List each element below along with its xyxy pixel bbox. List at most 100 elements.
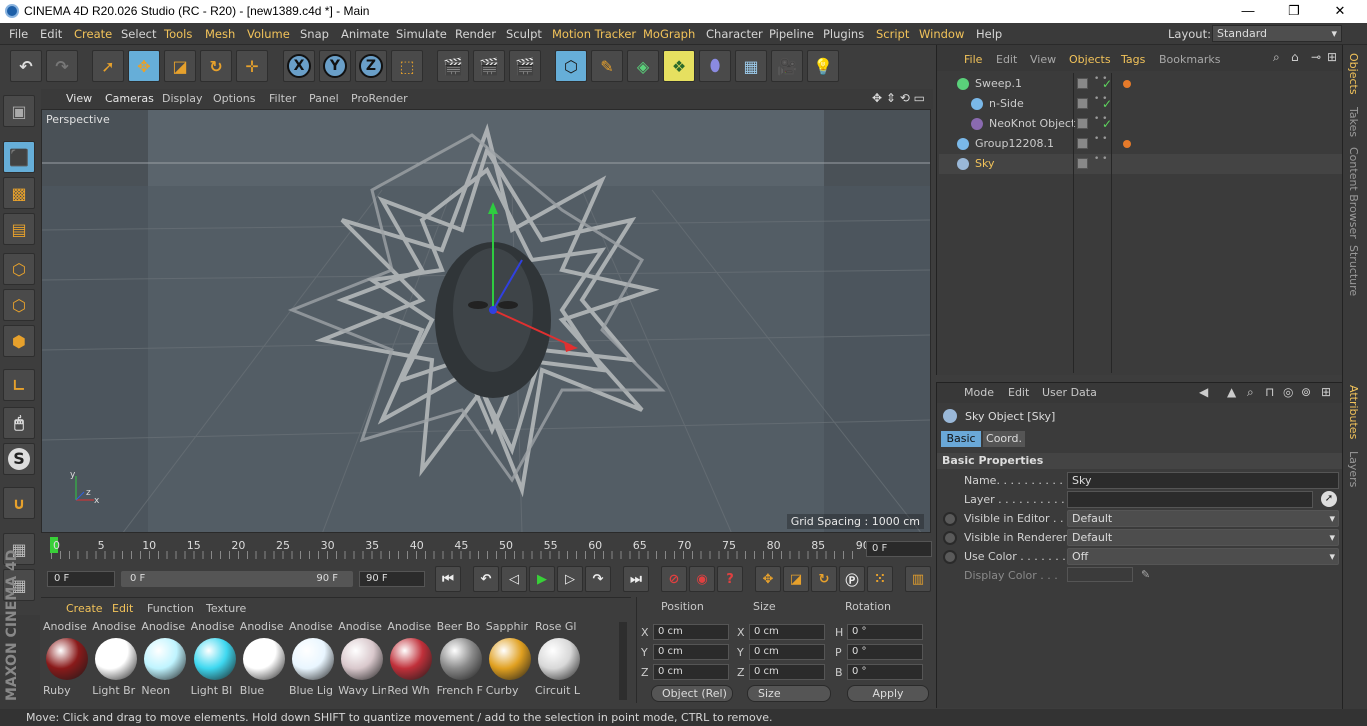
polygons-mode-button[interactable]: ⬢ (3, 325, 35, 357)
up-arrow-icon[interactable]: ▲ (1227, 385, 1236, 399)
x-axis-lock-button[interactable]: X (283, 50, 315, 82)
tag-icon[interactable] (1123, 80, 1131, 88)
texture-mode-button[interactable]: ▩ (3, 177, 35, 209)
timeline-window-button[interactable]: ▥ (905, 566, 931, 592)
y-axis-lock-button[interactable]: Y (319, 50, 351, 82)
object-row[interactable]: Sweep.1 • • ✓ (939, 74, 1343, 94)
recent-tool-button[interactable]: ✛ (236, 50, 268, 82)
size-z-field[interactable]: 0 cm (749, 664, 825, 680)
home-icon[interactable]: ⌂ (1291, 50, 1299, 64)
material-swatch[interactable]: Anodise Red Wh (387, 620, 435, 700)
objects-menu-objects[interactable]: Objects (1069, 53, 1111, 66)
back-arrow-icon[interactable]: ◀ (1199, 385, 1208, 399)
tweak-mode-button[interactable]: 🖱 (3, 407, 35, 439)
size-y-field[interactable]: 0 cm (749, 644, 825, 660)
color-picker-icon[interactable]: ✎ (1141, 568, 1150, 581)
layer-square-icon[interactable] (1077, 78, 1088, 89)
attr-menu-mode[interactable]: Mode (964, 386, 994, 399)
side-tab-layers[interactable]: Layers (1347, 451, 1360, 487)
key-position-button[interactable]: ✥ (755, 566, 781, 592)
next-key-button[interactable]: ↷ (585, 566, 611, 592)
menu-sculpt[interactable]: Sculpt (506, 27, 542, 41)
size-x-field[interactable]: 0 cm (749, 624, 825, 640)
objects-menu-file[interactable]: File (964, 53, 982, 66)
autokey-button[interactable]: ◉ (689, 566, 715, 592)
side-tab-takes[interactable]: Takes (1347, 107, 1360, 137)
layer-square-icon[interactable] (1077, 138, 1088, 149)
menu-mograph[interactable]: MoGraph (643, 27, 695, 41)
viewport-menu-view[interactable]: View (66, 92, 92, 105)
material-swatch[interactable]: Anodise Light Br (92, 620, 140, 700)
start-frame-field[interactable]: 0 F (47, 571, 115, 587)
menu-character[interactable]: Character (706, 27, 763, 41)
objects-menu-tags[interactable]: Tags (1121, 53, 1145, 66)
objects-menu-view[interactable]: View (1030, 53, 1056, 66)
go-to-end-button[interactable]: ⏭ (623, 566, 649, 592)
rot-b-field[interactable]: 0 ° (847, 664, 923, 680)
menu-script[interactable]: Script (876, 27, 909, 41)
cube-primitive-button[interactable]: ⬡ (555, 50, 587, 82)
objects-menu-edit[interactable]: Edit (996, 53, 1017, 66)
material-swatch[interactable]: Anodise Light Bl (191, 620, 239, 700)
animate-radio-button[interactable] (943, 550, 957, 564)
layer-square-icon[interactable] (1077, 158, 1088, 169)
menu-file[interactable]: File (9, 27, 28, 41)
go-to-start-button[interactable]: ⏮ (435, 566, 461, 592)
axis-mode-button[interactable]: ∟ (3, 369, 35, 401)
animate-radio-button[interactable] (943, 531, 957, 545)
floor-button[interactable]: ▦ (735, 50, 767, 82)
attribute-value-text[interactable] (1067, 491, 1313, 508)
material-swatch[interactable]: Beer Bo French F (437, 620, 485, 700)
render-to-picture-viewer-button[interactable]: 🎬 (473, 50, 505, 82)
object-row[interactable]: NeoKnot Object • • ✓ (939, 114, 1343, 134)
attr-menu-edit[interactable]: Edit (1008, 386, 1029, 399)
side-tab-content-browser[interactable]: Content Browser (1347, 147, 1360, 239)
pen-spline-button[interactable]: ✎ (591, 50, 623, 82)
solo-button[interactable]: S (3, 443, 35, 475)
attr-menu-user-data[interactable]: User Data (1042, 386, 1097, 399)
viewport-menu-filter[interactable]: Filter (269, 92, 296, 105)
menu-help[interactable]: Help (976, 27, 1002, 41)
attribute-value-drop[interactable]: Default (1067, 529, 1339, 546)
animate-radio-button[interactable] (943, 512, 957, 526)
keyframe-selection-button[interactable]: ? (717, 566, 743, 592)
menu-simulate[interactable]: Simulate (396, 27, 447, 41)
subdivision-surface-button[interactable]: ◈ (627, 50, 659, 82)
side-tab-attributes[interactable]: Attributes (1347, 385, 1360, 439)
material-scrollbar[interactable] (619, 622, 627, 700)
material-swatch[interactable]: Anodise Ruby (43, 620, 91, 700)
menu-select[interactable]: Select (121, 27, 156, 41)
viewport-menu-prorender[interactable]: ProRender (351, 92, 408, 105)
current-frame-field[interactable]: 0 F (866, 541, 932, 557)
new-panel-icon[interactable]: ⊞ (1327, 50, 1337, 64)
viewport-menu-options[interactable]: Options (213, 92, 255, 105)
points-mode-button[interactable]: ⬡ (3, 253, 35, 285)
minimize-button[interactable]: — (1225, 0, 1271, 23)
menu-render[interactable]: Render (455, 27, 496, 41)
undo-button[interactable]: ↶ (10, 50, 42, 82)
model-mode-button[interactable]: ⬛ (3, 141, 35, 173)
menu-volume[interactable]: Volume (247, 27, 290, 41)
render-view-button[interactable]: 🎬 (437, 50, 469, 82)
previous-frame-button[interactable]: ◁ (501, 566, 527, 592)
menu-create[interactable]: Create (74, 27, 112, 41)
menu-window[interactable]: Window (919, 27, 964, 41)
frame-range-slider[interactable]: 0 F 90 F (121, 571, 353, 587)
maximize-button[interactable]: ❐ (1271, 0, 1317, 23)
material-menu-edit[interactable]: Edit (112, 602, 133, 615)
menu-motion-tracker[interactable]: Motion Tracker (552, 27, 636, 41)
viewport-menu-panel[interactable]: Panel (309, 92, 339, 105)
object-row[interactable]: Group12208.1 • • (939, 134, 1343, 154)
material-swatch[interactable]: Sapphir Curby (486, 620, 534, 700)
layer-square-icon[interactable] (1077, 98, 1088, 109)
collapse-icon[interactable]: ⊸ (1311, 50, 1321, 64)
target-icon[interactable]: ◎ (1283, 385, 1293, 399)
rot-h-field[interactable]: 0 ° (847, 624, 923, 640)
tab-coord[interactable]: Coord. (983, 431, 1025, 447)
material-menu-function[interactable]: Function (147, 602, 194, 615)
lock-icon[interactable]: ⊓ (1265, 385, 1274, 399)
key-scale-button[interactable]: ◪ (783, 566, 809, 592)
edges-mode-button[interactable]: ⬡ (3, 289, 35, 321)
menu-edit[interactable]: Edit (40, 27, 62, 41)
side-tab-objects[interactable]: Objects (1347, 53, 1360, 95)
